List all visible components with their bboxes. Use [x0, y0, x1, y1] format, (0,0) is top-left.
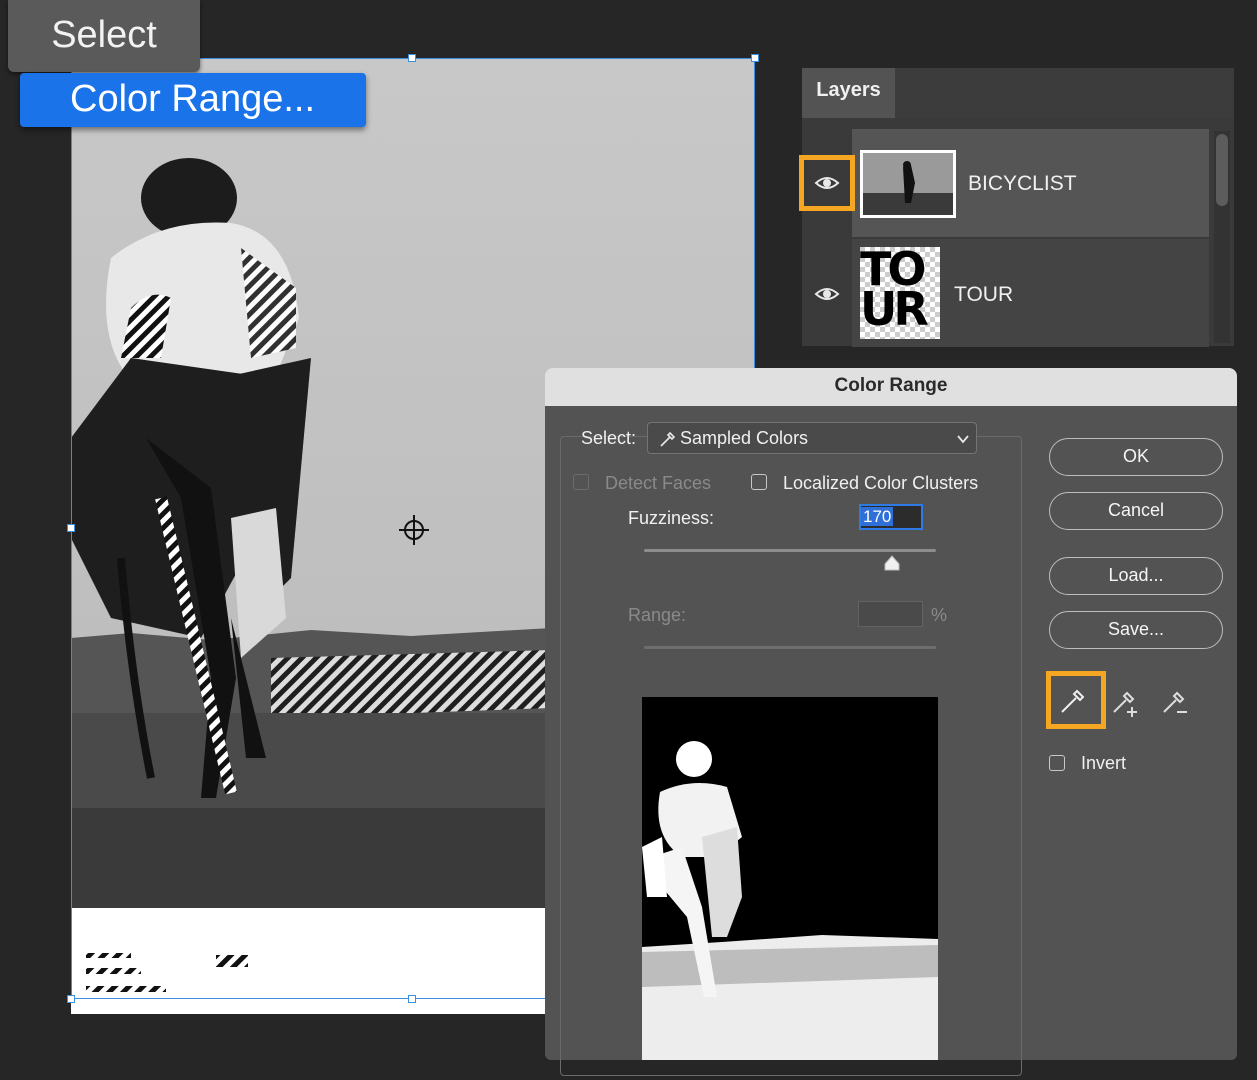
select-menu[interactable]: Select	[8, 0, 200, 72]
transform-handle[interactable]	[408, 54, 416, 62]
fuzziness-slider-thumb[interactable]	[883, 554, 901, 572]
eye-icon[interactable]	[814, 284, 840, 304]
detect-faces-label: Detect Faces	[605, 473, 712, 493]
fuzziness-input[interactable]: 170	[859, 504, 923, 530]
eyedropper-subtract-icon[interactable]	[1160, 684, 1194, 718]
transform-handle[interactable]	[67, 995, 75, 1003]
eyedropper-icon	[660, 431, 676, 447]
tab-layers[interactable]: Layers	[802, 68, 895, 118]
eye-icon[interactable]	[814, 173, 840, 193]
range-unit: %	[931, 605, 948, 625]
save-button[interactable]: Save...	[1049, 611, 1223, 649]
layer-thumbnail-tour: TO UR	[860, 247, 940, 339]
layer-thumbnail-bicyclist	[860, 150, 956, 218]
select-label: Select:	[581, 428, 637, 448]
layers-scrollbar-thumb[interactable]	[1216, 134, 1228, 206]
crosshair-icon	[399, 515, 429, 545]
fuzziness-label: Fuzziness:	[628, 508, 715, 528]
range-input	[858, 601, 923, 627]
range-slider-track	[644, 646, 936, 649]
load-button[interactable]: Load...	[1049, 557, 1223, 595]
cancel-button[interactable]: Cancel	[1049, 492, 1223, 530]
chevron-down-icon	[957, 435, 969, 444]
eyedropper-add-icon[interactable]	[1110, 684, 1144, 718]
ok-button[interactable]: OK	[1049, 438, 1223, 476]
select-dropdown[interactable]: Sampled Colors	[647, 422, 977, 454]
transform-handle[interactable]	[67, 524, 75, 532]
localized-clusters-label[interactable]: Localized Color Clusters	[783, 473, 978, 494]
menu-item-color-range[interactable]: Color Range...	[20, 73, 366, 127]
layer-name-tour[interactable]: TOUR	[954, 283, 1013, 307]
layer-name-bicyclist[interactable]: BICYCLIST	[968, 172, 1077, 196]
localized-clusters-checkbox[interactable]	[751, 474, 767, 490]
transform-handle[interactable]	[751, 54, 759, 62]
invert-checkbox[interactable]	[1049, 755, 1065, 771]
transform-handle[interactable]	[408, 995, 416, 1003]
selection-preview	[642, 697, 938, 1060]
detect-faces-checkbox	[573, 474, 589, 490]
select-value: Sampled Colors	[680, 428, 809, 448]
dialog-title: Color Range	[545, 368, 1237, 406]
invert-label[interactable]: Invert	[1081, 753, 1126, 774]
selection-mask-image	[642, 697, 938, 1060]
tour-thumb-text: TO UR	[860, 247, 929, 336]
bicyclist-thumb-image	[863, 153, 953, 215]
fuzziness-slider-track[interactable]	[644, 549, 936, 552]
eyedropper-icon[interactable]	[1058, 682, 1092, 716]
range-label: Range:	[628, 605, 687, 625]
